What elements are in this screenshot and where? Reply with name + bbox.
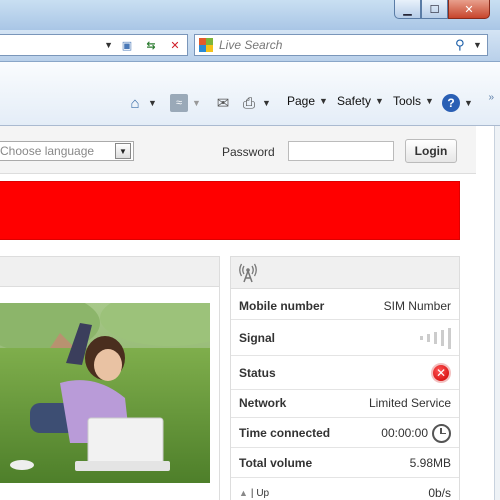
time-connected-label: Time connected: [239, 426, 331, 440]
command-bar: ⌂ ▼ ≈ ▼ ✉ ⎙ ▼ Page ▼ Safety ▼ Tools ▼ ? …: [0, 62, 500, 126]
feeds-button[interactable]: ≈ ▼: [170, 94, 201, 112]
time-connected-row: Time connected 00:00:00: [239, 421, 451, 445]
search-options-icon[interactable]: ▼: [473, 40, 487, 50]
row-divider: [231, 389, 459, 390]
row-divider: [231, 447, 459, 448]
more-commands-icon[interactable]: »: [488, 92, 494, 103]
minimize-button[interactable]: ▁: [394, 0, 421, 19]
upload-row: ▲ | Up 0b/s: [239, 483, 451, 500]
safety-menu[interactable]: Safety ▼: [337, 94, 384, 108]
promo-panel-header: [0, 257, 219, 287]
refresh-icon[interactable]: ⇆: [141, 36, 161, 54]
mobile-number-row: Mobile number SIM Number: [239, 299, 451, 313]
mobile-number-value: SIM Number: [383, 299, 451, 313]
header-bar: Choose language ▼ Password Login: [0, 126, 476, 174]
page-menu-label: Page: [287, 94, 316, 108]
total-volume-row: Total volume 5.98MB: [239, 453, 451, 473]
chevron-down-icon: ▼: [262, 98, 271, 108]
page-content: Choose language ▼ Password Login Mobile …: [0, 126, 494, 500]
window-titlebar: ▁ ☐ ✕: [0, 0, 500, 30]
time-connected-value-group: 00:00:00: [381, 423, 451, 443]
address-dropdown-icon[interactable]: ▼: [104, 40, 113, 50]
total-volume-value: 5.98MB: [409, 456, 451, 470]
chevron-down-icon: ▼: [425, 96, 434, 106]
chevron-down-icon: ▼: [375, 96, 384, 106]
stop-icon[interactable]: ✕: [165, 36, 185, 54]
chevron-down-icon[interactable]: ▼: [115, 143, 131, 159]
language-select-value: Choose language: [0, 144, 95, 158]
red-banner: [0, 181, 460, 240]
connection-status-panel: Mobile number SIM Number Signal Status ✕…: [230, 256, 460, 500]
row-divider: [231, 477, 459, 478]
upload-arrow-icon: ▲: [239, 487, 248, 498]
time-connected-value: 00:00:00: [381, 426, 428, 440]
chevron-down-icon: ▼: [464, 98, 473, 108]
login-button[interactable]: Login: [405, 139, 457, 163]
help-button[interactable]: ? ▼: [442, 94, 473, 112]
total-volume-label: Total volume: [239, 456, 313, 470]
maximize-button[interactable]: ☐: [421, 0, 448, 19]
address-bar[interactable]: ▼ ▣ ⇆ ✕: [0, 34, 188, 56]
status-row: Status ✕: [239, 359, 451, 387]
search-icon[interactable]: ⚲: [455, 37, 473, 53]
network-label: Network: [239, 396, 287, 410]
chevron-down-icon: ▼: [192, 98, 201, 108]
upload-label: Up: [256, 487, 270, 499]
error-x-icon: ✕: [431, 363, 451, 383]
windows-live-logo-icon: [199, 38, 213, 52]
home-icon: ⌂: [130, 94, 140, 112]
network-value: Limited Service: [368, 396, 451, 410]
home-button[interactable]: ⌂ ▼: [126, 94, 157, 112]
row-divider: [231, 319, 459, 320]
chevron-down-icon: ▼: [148, 98, 157, 108]
promo-panel: [0, 256, 220, 500]
clock-icon: [432, 423, 451, 443]
mail-icon: ✉: [216, 95, 230, 112]
printer-icon: ⎙: [242, 94, 255, 112]
read-mail-button[interactable]: ✉: [214, 94, 232, 112]
compatibility-view-icon[interactable]: ▣: [117, 36, 137, 54]
browser-navbar: ▼ ▣ ⇆ ✕ Live Search ⚲ ▼: [0, 30, 500, 62]
page-scrollbar[interactable]: [494, 126, 500, 500]
language-select[interactable]: Choose language ▼: [0, 141, 134, 161]
help-icon: ?: [442, 94, 460, 112]
row-divider: [231, 417, 459, 418]
live-search-box[interactable]: Live Search ⚲ ▼: [194, 34, 488, 56]
row-divider: [231, 355, 459, 356]
upload-label-group: ▲ | Up: [239, 487, 270, 499]
signal-strength-icon: [420, 327, 451, 349]
network-row: Network Limited Service: [239, 393, 451, 413]
safety-menu-label: Safety: [337, 94, 372, 108]
window-controls: ▁ ☐ ✕: [394, 0, 490, 19]
password-input[interactable]: [288, 141, 394, 161]
search-placeholder[interactable]: Live Search: [219, 38, 455, 52]
signal-row: Signal: [239, 323, 451, 353]
close-window-button[interactable]: ✕: [448, 0, 490, 19]
mobile-number-label: Mobile number: [239, 299, 325, 313]
antenna-icon: [239, 263, 257, 283]
password-label: Password: [222, 145, 275, 159]
upload-value: 0b/s: [428, 486, 451, 500]
promo-photo: [0, 303, 210, 483]
signal-label: Signal: [239, 331, 276, 345]
status-panel-header: [231, 257, 459, 289]
print-button[interactable]: ⎙ ▼: [240, 94, 271, 112]
rss-icon: ≈: [170, 94, 188, 112]
tools-menu[interactable]: Tools ▼: [393, 94, 434, 108]
tools-menu-label: Tools: [393, 94, 422, 108]
page-menu[interactable]: Page ▼: [287, 94, 328, 108]
status-label: Status: [239, 366, 276, 380]
chevron-down-icon: ▼: [319, 96, 328, 106]
